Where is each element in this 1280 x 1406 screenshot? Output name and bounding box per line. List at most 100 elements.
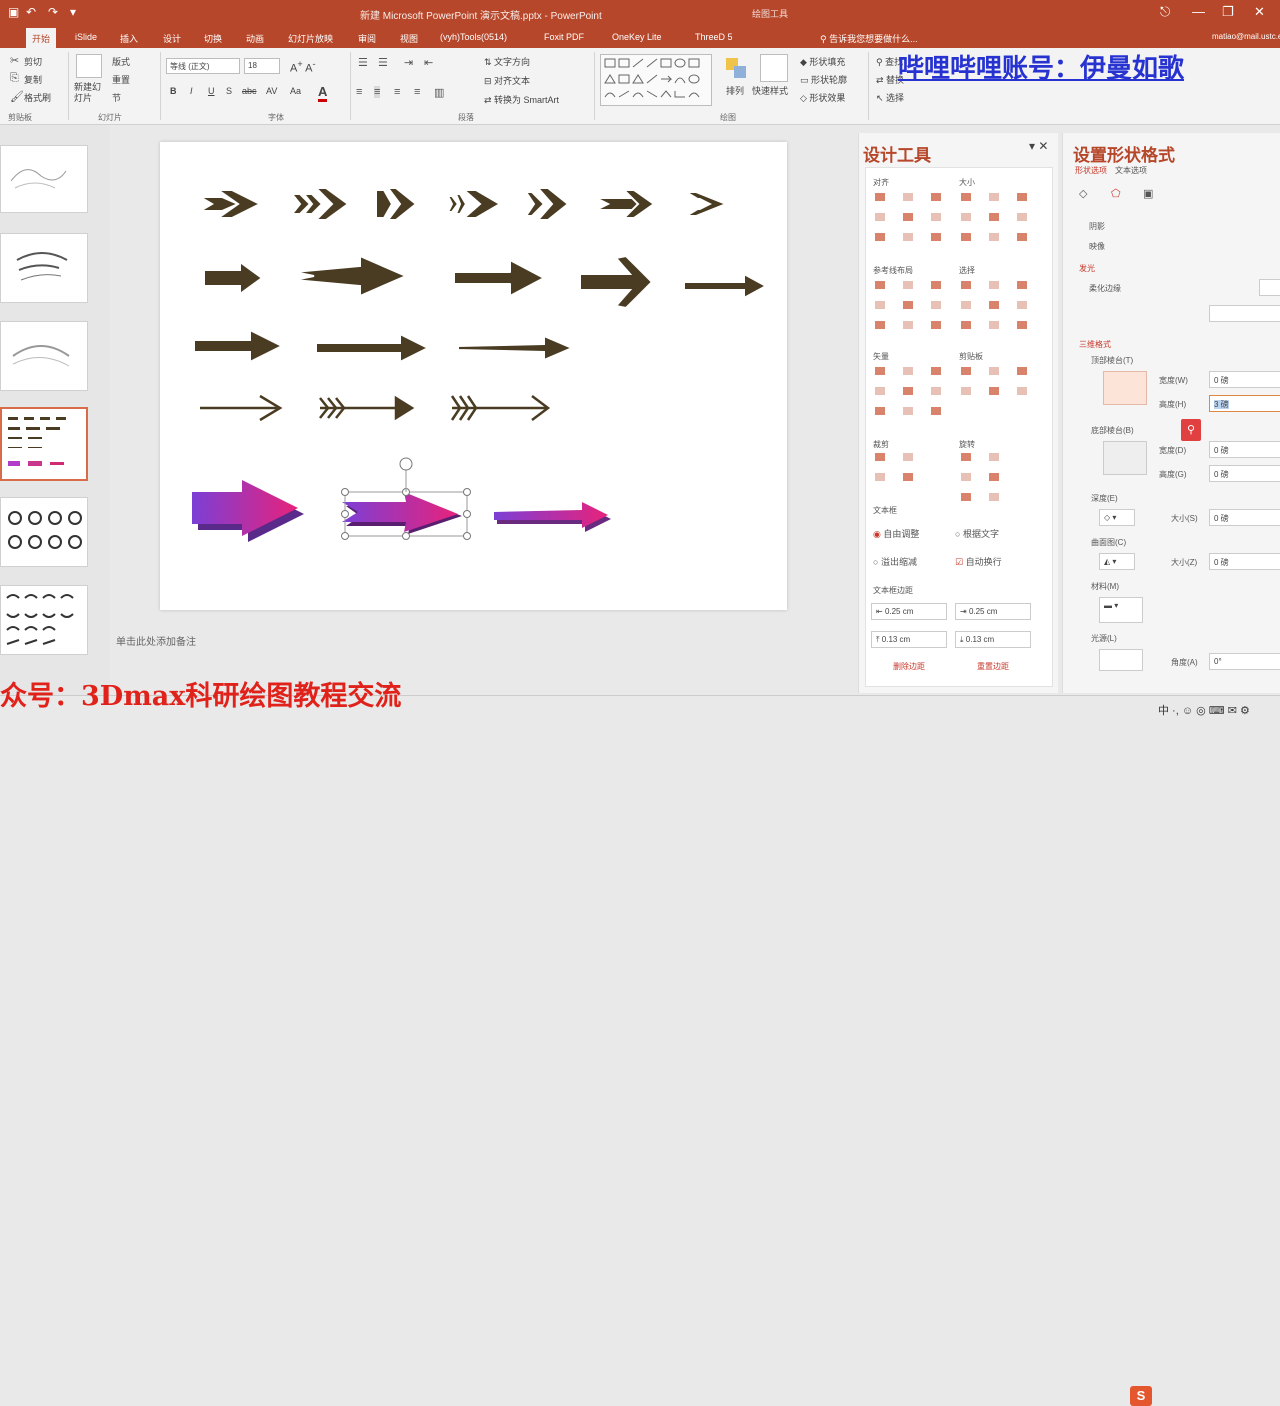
tab-foxit[interactable]: Foxit PDF bbox=[544, 32, 584, 42]
minimize-icon[interactable]: — bbox=[1192, 4, 1205, 19]
tool-icon[interactable] bbox=[903, 193, 913, 201]
tool-icon[interactable] bbox=[1017, 387, 1027, 395]
tool-icon[interactable] bbox=[903, 407, 913, 415]
tool-icon[interactable] bbox=[875, 193, 885, 201]
underline-button[interactable]: U bbox=[208, 86, 215, 96]
font-color-button[interactable]: A bbox=[318, 84, 328, 102]
bottom-height-input[interactable]: 0 磅 bbox=[1209, 465, 1280, 482]
close-icon[interactable]: ✕ bbox=[1254, 4, 1265, 20]
redo-icon[interactable]: ↷ bbox=[48, 5, 58, 19]
columns-icon[interactable]: ▥ bbox=[434, 86, 444, 99]
margin-right-input[interactable]: ⇥ 0.25 cm bbox=[955, 603, 1031, 620]
tool-icon[interactable] bbox=[961, 453, 971, 461]
ribbon-options-icon[interactable]: ⎋ bbox=[1160, 4, 1170, 20]
radio-overflow[interactable]: ○ 溢出缩减 bbox=[873, 555, 917, 568]
tool-icon[interactable] bbox=[961, 233, 971, 241]
slim-chevron-arrow[interactable] bbox=[595, 189, 656, 219]
angle-input[interactable]: 0° bbox=[1209, 653, 1280, 670]
bold-button[interactable]: B bbox=[170, 86, 177, 96]
tool-icon[interactable] bbox=[961, 367, 971, 375]
shape-effects-button[interactable]: ◇ 形状效果 bbox=[800, 91, 845, 104]
tab-design[interactable]: 设计 bbox=[163, 32, 181, 45]
fill-line-icon[interactable]: ◇ bbox=[1079, 187, 1087, 200]
line-arrow[interactable] bbox=[200, 394, 283, 422]
tool-icon[interactable] bbox=[989, 213, 999, 221]
tool-icon[interactable] bbox=[989, 473, 999, 481]
grow-font-icon[interactable]: A+ A- bbox=[290, 59, 316, 75]
tool-icon[interactable] bbox=[903, 281, 913, 289]
tool-icon[interactable] bbox=[931, 387, 941, 395]
char-spacing-button[interactable]: AV bbox=[266, 86, 277, 96]
tool-icon[interactable] bbox=[875, 407, 885, 415]
top-height-input[interactable]: 3 磅 bbox=[1209, 395, 1280, 412]
bullets-icon[interactable]: ☰ bbox=[358, 56, 368, 69]
tool-icon[interactable] bbox=[1017, 281, 1027, 289]
quick-styles-icon[interactable] bbox=[760, 54, 788, 82]
tapered-arrow[interactable] bbox=[457, 334, 575, 362]
effects-icon[interactable]: ⬠ bbox=[1111, 187, 1121, 200]
tab-onekey[interactable]: OneKey Lite bbox=[612, 32, 662, 42]
tool-icon[interactable] bbox=[903, 213, 913, 221]
tool-icon[interactable] bbox=[989, 493, 999, 501]
align-text-button[interactable]: ⊟ 对齐文本 bbox=[484, 74, 530, 87]
tool-icon[interactable] bbox=[903, 367, 913, 375]
slide-thumb-3[interactable] bbox=[0, 321, 88, 391]
ime-toolbar-icons[interactable]: 中 ·, ☺ ◎ ⌨ ✉ ⚙ bbox=[1158, 702, 1250, 718]
tab-text-options[interactable]: 文本选项 bbox=[1115, 165, 1147, 176]
tool-icon[interactable] bbox=[989, 301, 999, 309]
justify-icon[interactable]: ≡ bbox=[414, 86, 420, 98]
material-picker[interactable]: ▬ ▾ bbox=[1099, 597, 1143, 623]
arrange-icon[interactable] bbox=[722, 54, 750, 82]
soft-edges-item[interactable]: 柔化边缘 bbox=[1089, 283, 1121, 294]
size-properties-icon[interactable]: ▣ bbox=[1143, 187, 1153, 200]
new-slide-button[interactable]: 新建幻灯片 bbox=[74, 82, 106, 104]
block-arrow[interactable] bbox=[203, 260, 264, 296]
font-size-select[interactable]: 18 bbox=[244, 58, 280, 74]
margin-top-input[interactable]: ⤒ 0.13 cm bbox=[871, 631, 947, 648]
notched-chevron-arrow[interactable] bbox=[524, 187, 570, 221]
tool-icon[interactable] bbox=[875, 281, 885, 289]
shadow-button[interactable]: S bbox=[226, 86, 232, 96]
restore-icon[interactable]: ❐ bbox=[1222, 4, 1234, 20]
tool-icon[interactable] bbox=[989, 387, 999, 395]
indent-icon[interactable]: ⇥ bbox=[404, 56, 413, 69]
tool-icon[interactable] bbox=[931, 213, 941, 221]
depth-color-picker[interactable]: ◇ ▾ bbox=[1099, 509, 1135, 526]
tool-icon[interactable] bbox=[903, 301, 913, 309]
section-button[interactable]: 节 bbox=[112, 91, 121, 104]
smartart-button[interactable]: ⇄ 转换为 SmartArt bbox=[484, 93, 559, 106]
tool-icon[interactable] bbox=[875, 233, 885, 241]
tool-icon[interactable] bbox=[989, 281, 999, 289]
gradient-3d-arrow-selected[interactable] bbox=[342, 492, 462, 534]
tool-icon[interactable] bbox=[875, 387, 885, 395]
slide-thumb-4[interactable] bbox=[0, 407, 88, 481]
tool-icon[interactable] bbox=[989, 193, 999, 201]
align-center-icon[interactable]: ≡ bbox=[374, 86, 381, 98]
slide-thumb-1[interactable] bbox=[0, 145, 88, 213]
feathered-open-arrow[interactable] bbox=[450, 395, 551, 421]
glow-color-picker[interactable] bbox=[1259, 279, 1280, 296]
margin-bottom-input[interactable]: ⤓ 0.13 cm bbox=[955, 631, 1031, 648]
layout-button[interactable]: 版式 bbox=[112, 55, 130, 68]
checkbox-wrap[interactable]: ☑ 自动换行 bbox=[955, 555, 1002, 568]
tool-icon[interactable] bbox=[875, 213, 885, 221]
glow-item[interactable]: 发光 bbox=[1079, 263, 1095, 274]
bottom-bevel-picker[interactable] bbox=[1103, 441, 1147, 475]
tool-icon[interactable] bbox=[931, 193, 941, 201]
tool-icon[interactable] bbox=[989, 233, 999, 241]
3d-format-item[interactable]: 三维格式 bbox=[1079, 339, 1111, 350]
tool-icon[interactable] bbox=[931, 367, 941, 375]
lighting-picker[interactable] bbox=[1099, 649, 1143, 671]
depth-size-input[interactable]: 0 磅 bbox=[1209, 509, 1280, 526]
small-chevron-arrow[interactable] bbox=[682, 191, 729, 217]
search-icon[interactable]: ⚲ bbox=[1181, 419, 1201, 441]
strikethrough-button[interactable]: abc bbox=[242, 86, 257, 96]
tool-icon[interactable] bbox=[875, 301, 885, 309]
select-button[interactable]: ↖ 选择 bbox=[876, 91, 904, 104]
tab-shape-options[interactable]: 形状选项 bbox=[1075, 165, 1107, 176]
tool-icon[interactable] bbox=[1017, 213, 1027, 221]
pane-menu-icon[interactable]: ▾ ✕ bbox=[1029, 139, 1048, 153]
tab-review[interactable]: 审阅 bbox=[358, 32, 376, 45]
block-chevron-arrow[interactable] bbox=[375, 187, 418, 221]
new-slide-icon[interactable] bbox=[76, 54, 102, 78]
